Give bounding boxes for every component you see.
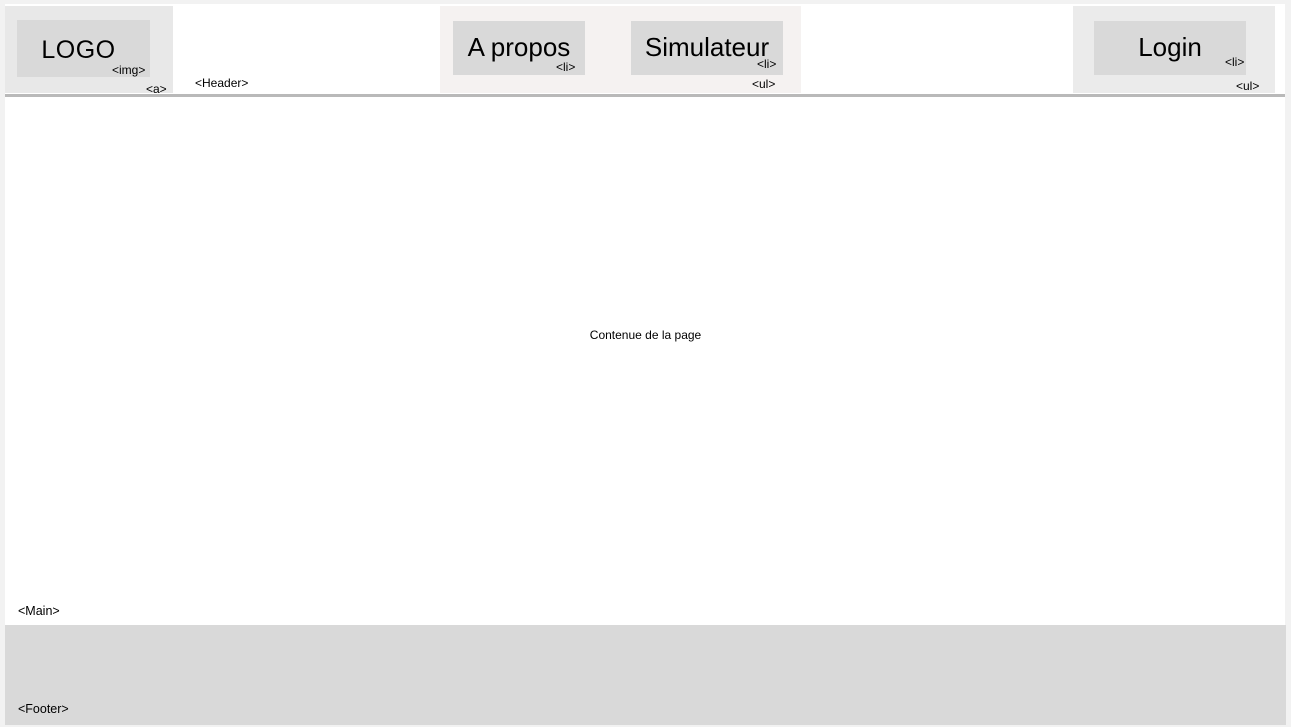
nav-item-label: A propos	[467, 32, 571, 62]
ul-tag-label: <ul>	[752, 77, 776, 91]
main-tag-label: <Main>	[18, 604, 60, 618]
img-tag-label: <img>	[112, 63, 146, 77]
li-tag-label: <li>	[757, 57, 777, 71]
page-frame	[5, 4, 1285, 725]
li-tag-label: <li>	[1225, 55, 1245, 69]
nav-item-label: Simulateur	[644, 32, 770, 62]
footer	[5, 625, 1286, 725]
li-tag-label: <li>	[556, 60, 576, 74]
login-label: Login	[1138, 32, 1202, 62]
ul-tag-label: <ul>	[1236, 79, 1260, 93]
login-button[interactable]: Login	[1094, 21, 1246, 75]
footer-tag-label: <Footer>	[18, 702, 69, 716]
header-tag-label: <Header>	[195, 76, 249, 90]
header-divider	[5, 94, 1285, 97]
main-content-text: Contenue de la page	[589, 328, 702, 342]
